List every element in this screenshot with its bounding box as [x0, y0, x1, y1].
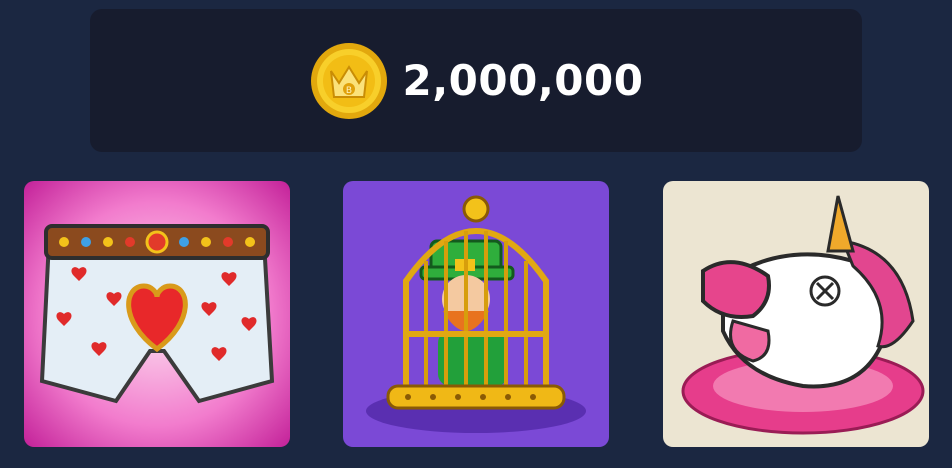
- coin-balance: 2,000,000: [402, 56, 644, 105]
- heart-boxers-icon: [24, 181, 290, 447]
- melting-unicorn-icon: [663, 181, 929, 447]
- item-card-melting-unicorn[interactable]: [663, 181, 929, 447]
- coin-icon: B: [310, 42, 387, 119]
- svg-text:B: B: [345, 86, 351, 96]
- balance-panel: B 2,000,000: [90, 9, 862, 152]
- caged-leprechaun-icon: [343, 181, 609, 447]
- item-card-caged-leprechaun[interactable]: [343, 181, 609, 447]
- item-card-heart-boxers[interactable]: [24, 181, 290, 447]
